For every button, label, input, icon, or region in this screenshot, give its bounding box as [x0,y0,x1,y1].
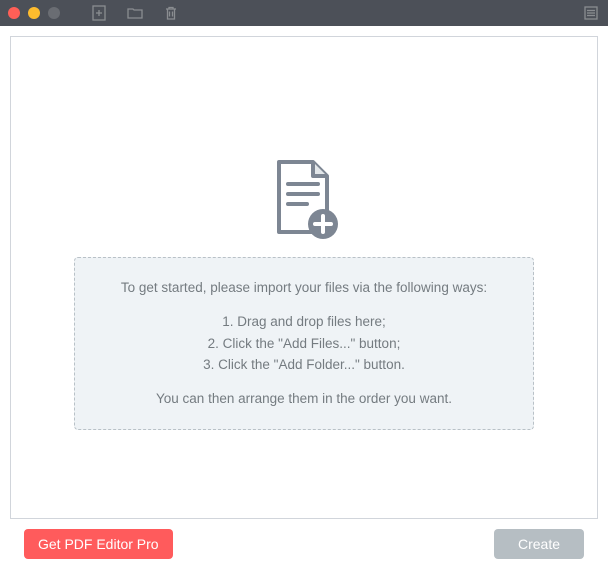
instructions-footer: You can then arrange them in the order y… [97,389,511,409]
get-pdf-editor-pro-button[interactable]: Get PDF Editor Pro [24,529,173,559]
instructions-intro: To get started, please import your files… [97,278,511,298]
add-folder-icon[interactable] [126,4,144,22]
minimize-window-button[interactable] [28,7,40,19]
titlebar [0,0,608,26]
instruction-step-1: 1. Drag and drop files here; [97,312,511,332]
main-area: To get started, please import your files… [0,26,608,569]
create-button: Create [494,529,584,559]
content-panel[interactable]: To get started, please import your files… [10,36,598,519]
delete-icon[interactable] [162,4,180,22]
window-controls [8,7,60,19]
add-files-icon[interactable] [90,4,108,22]
bottom-bar: Get PDF Editor Pro Create [10,519,598,569]
instructions-list: 1. Drag and drop files here; 2. Click th… [97,312,511,375]
instruction-step-3: 3. Click the "Add Folder..." button. [97,355,511,375]
maximize-window-button[interactable] [48,7,60,19]
instruction-step-2: 2. Click the "Add Files..." button; [97,334,511,354]
list-view-icon[interactable] [582,4,600,22]
instructions-box: To get started, please import your files… [74,257,534,430]
close-window-button[interactable] [8,7,20,19]
document-add-icon [264,157,344,247]
toolbar [90,4,180,22]
